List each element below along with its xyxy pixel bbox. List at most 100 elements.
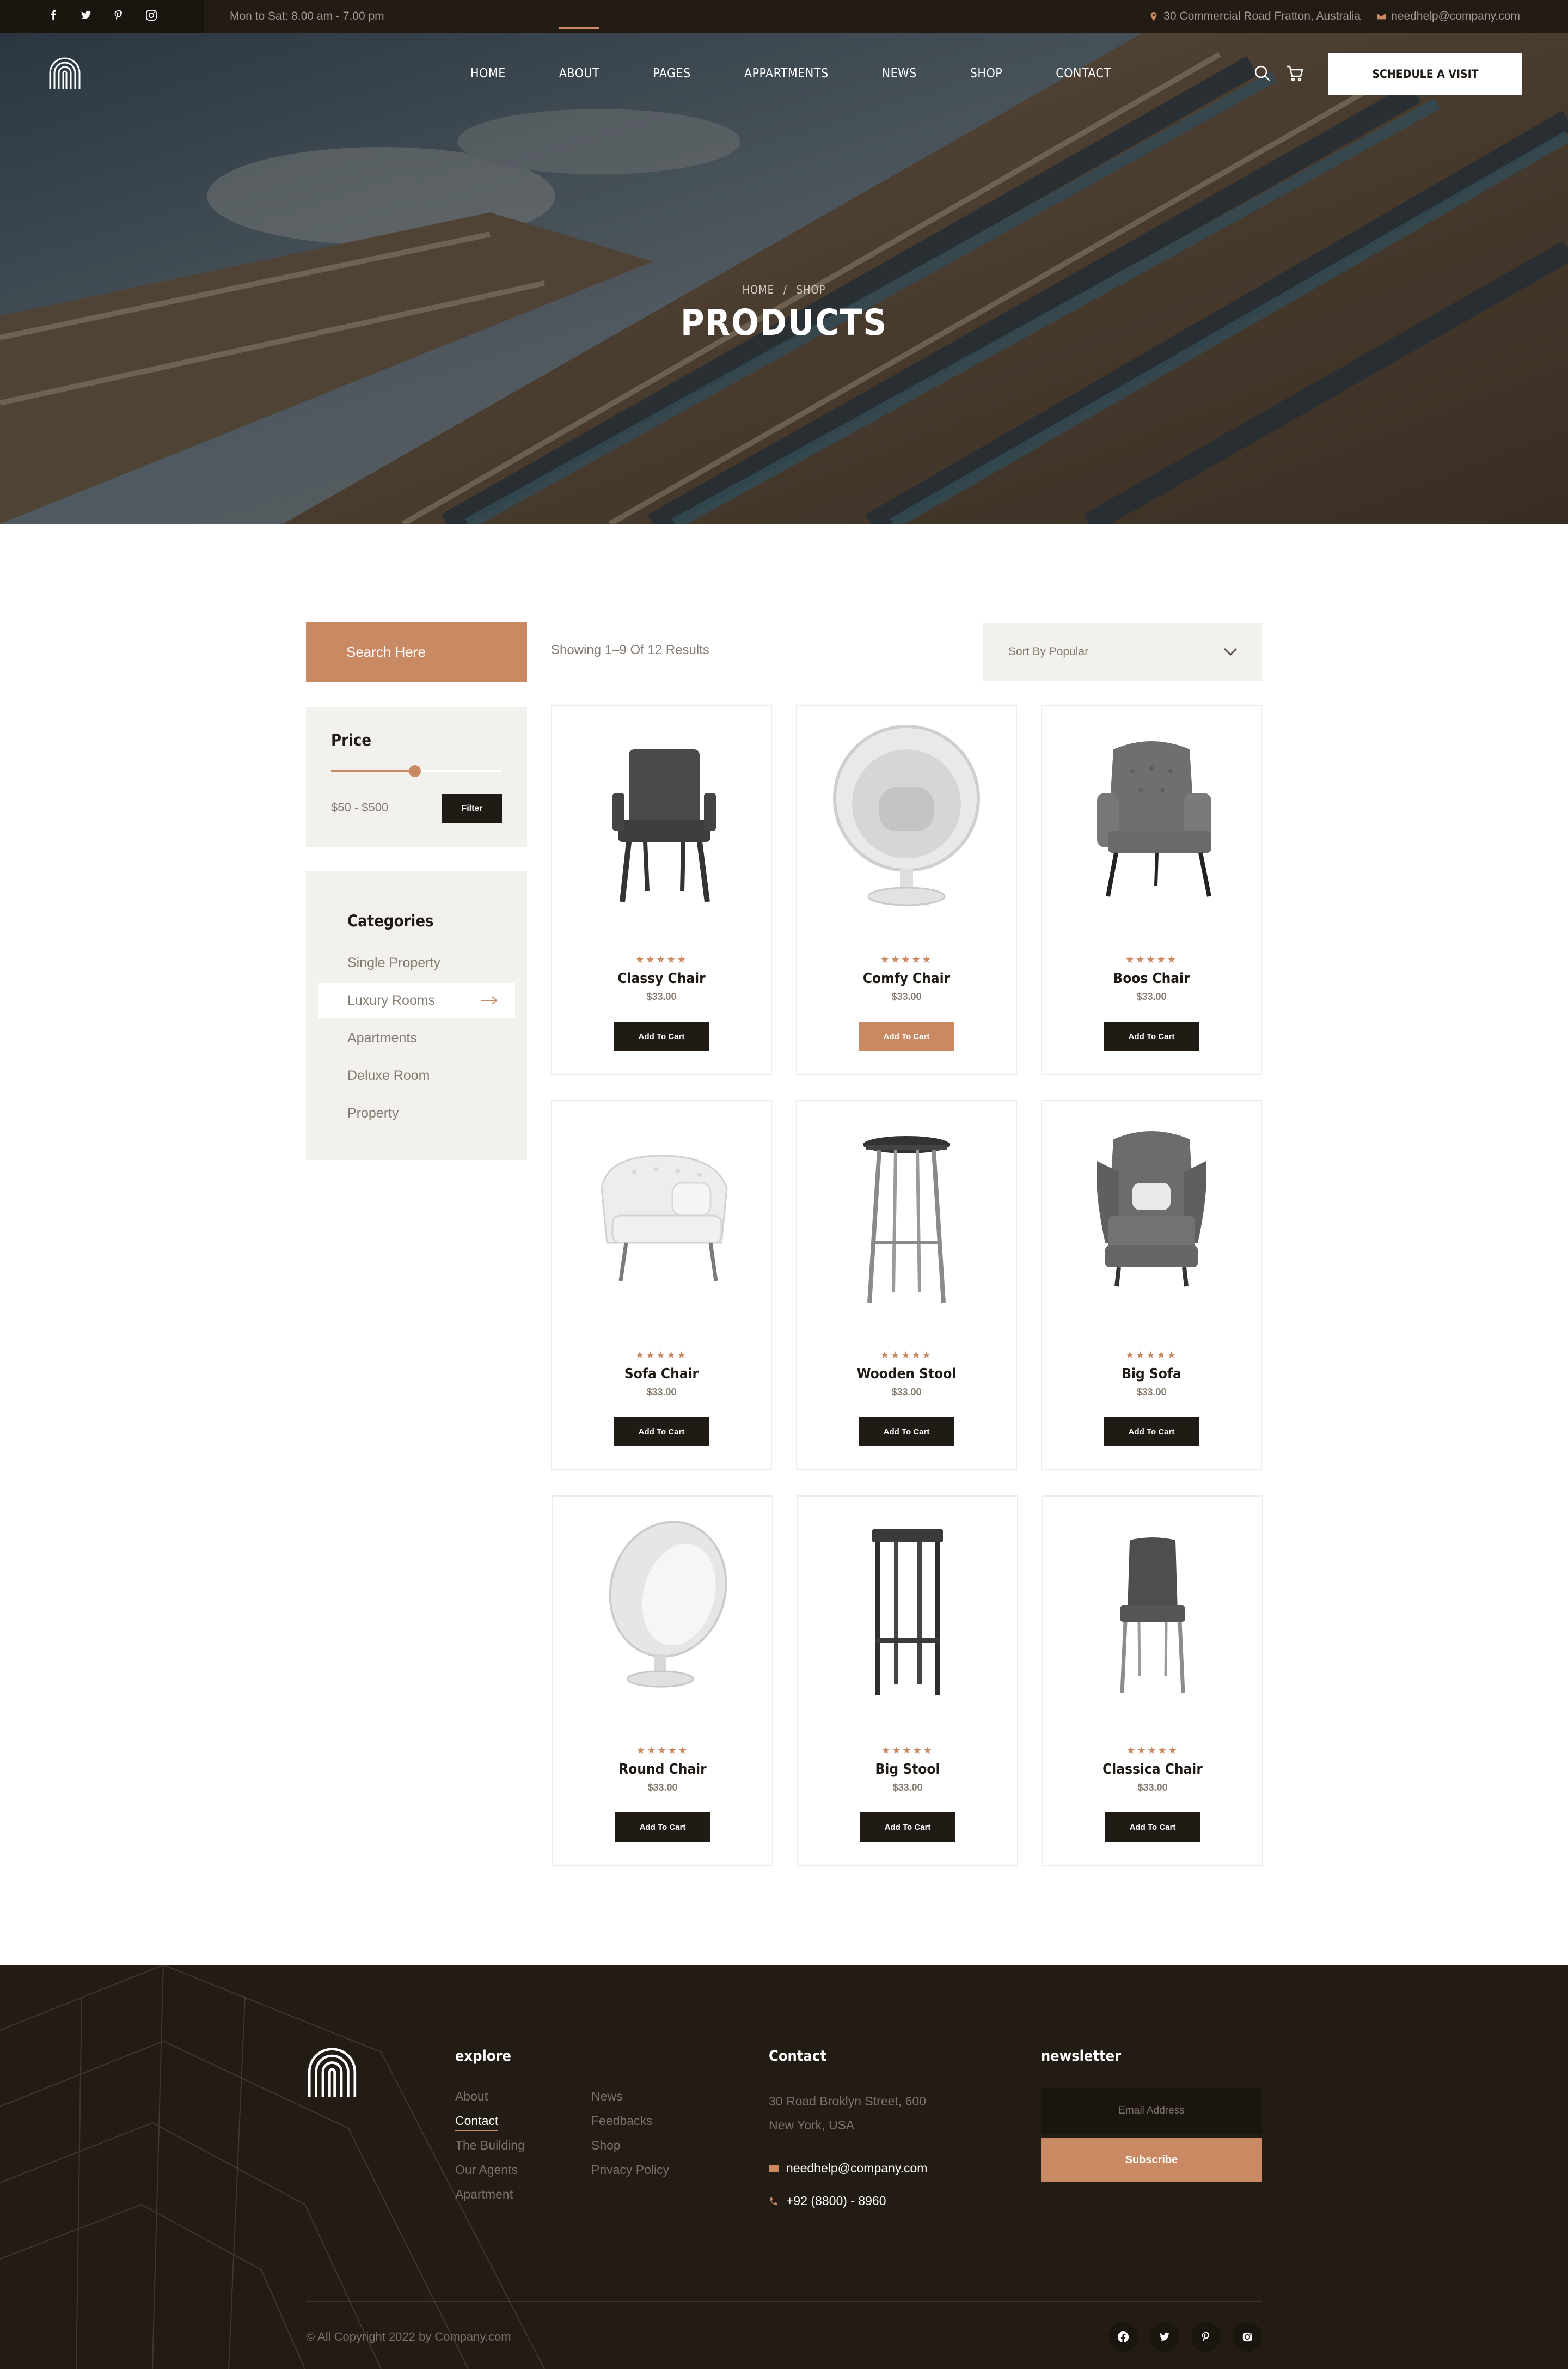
- product-card[interactable]: ★★★★★ Comfy Chair $33.00 Add To Cart: [796, 705, 1017, 1075]
- rating-stars: ★★★★★: [880, 954, 933, 965]
- nav-pages[interactable]: Pages: [653, 66, 691, 81]
- filter-button[interactable]: Filter: [442, 794, 502, 823]
- product-name[interactable]: Sofa Chair: [552, 1366, 771, 1382]
- product-card[interactable]: ★★★★★ Classy Chair $33.00 Add To Cart: [551, 705, 772, 1075]
- rating-stars: ★★★★★: [1126, 1745, 1179, 1756]
- explore-title: explore: [455, 2048, 512, 2065]
- footer-link-shop[interactable]: Shop: [591, 2138, 669, 2163]
- footer-email[interactable]: needhelp@company.com: [769, 2161, 927, 2176]
- ball-chair-icon[interactable]: [797, 706, 1016, 935]
- breadcrumb-home[interactable]: Home: [742, 283, 774, 296]
- product-name[interactable]: Comfy Chair: [797, 970, 1016, 987]
- add-to-cart-button[interactable]: Add To Cart: [614, 1417, 709, 1446]
- footer-link-about[interactable]: About: [455, 2089, 525, 2114]
- grey-wingback-icon[interactable]: [1042, 1101, 1261, 1330]
- nav-news[interactable]: News: [882, 66, 917, 81]
- product-name[interactable]: Wooden Stool: [797, 1366, 1016, 1382]
- product-card[interactable]: ★★★★★ Round Chair $33.00 Add To Cart: [552, 1495, 773, 1866]
- product-card[interactable]: ★★★★★ Big Stool $33.00 Add To Cart: [797, 1495, 1018, 1866]
- square-stool-icon[interactable]: [798, 1497, 1017, 1725]
- footer-link-our-agents[interactable]: Our Agents: [455, 2163, 525, 2187]
- price-slider[interactable]: [331, 765, 502, 777]
- pinterest-icon[interactable]: [1191, 2322, 1221, 2352]
- product-name[interactable]: Big Sofa: [1042, 1366, 1261, 1382]
- logo-arch-icon[interactable]: [48, 57, 82, 90]
- search-input[interactable]: Search Here: [306, 622, 527, 682]
- footer-phone[interactable]: +92 (8800) - 8960: [769, 2194, 886, 2208]
- product-name[interactable]: Classy Chair: [552, 970, 771, 987]
- product-name[interactable]: Big Stool: [798, 1761, 1017, 1778]
- add-to-cart-button[interactable]: Add To Cart: [615, 1812, 710, 1842]
- page-title: Products: [680, 302, 888, 344]
- top-social-links: [0, 0, 204, 33]
- nav-appartments[interactable]: Appartments: [744, 66, 829, 81]
- category-item-apartments[interactable]: Apartments: [318, 1021, 515, 1055]
- nav-about[interactable]: About: [559, 27, 600, 81]
- category-item-property[interactable]: Property: [318, 1096, 515, 1131]
- nav-shop[interactable]: Shop: [970, 66, 1002, 81]
- add-to-cart-button[interactable]: Add To Cart: [859, 1022, 954, 1051]
- product-name[interactable]: Boos Chair: [1042, 970, 1261, 987]
- add-to-cart-button[interactable]: Add To Cart: [859, 1417, 954, 1446]
- price-slider-handle[interactable]: [408, 765, 421, 777]
- subscribe-button[interactable]: Subscribe: [1041, 2138, 1262, 2182]
- rating-stars: ★★★★★: [880, 1350, 933, 1360]
- product-card[interactable]: ★★★★★ Big Sofa $33.00 Add To Cart: [1041, 1100, 1262, 1470]
- address-line-2: New York, USA: [769, 2118, 855, 2132]
- product-card[interactable]: ★★★★★ Sofa Chair $33.00 Add To Cart: [551, 1100, 772, 1470]
- egg-chair-icon[interactable]: [553, 1497, 772, 1725]
- add-to-cart-button[interactable]: Add To Cart: [860, 1812, 955, 1842]
- facebook-icon[interactable]: [48, 10, 59, 23]
- categories-title: Categories: [347, 912, 434, 930]
- instagram-icon[interactable]: [146, 9, 157, 23]
- product-name[interactable]: Classica Chair: [1043, 1761, 1262, 1778]
- bar-stool-icon[interactable]: [797, 1101, 1016, 1330]
- product-card[interactable]: ★★★★★ Boos Chair $33.00 Add To Cart: [1041, 705, 1262, 1075]
- price-filter-panel: Price $50 - $500 Filter: [306, 707, 527, 847]
- top-email-text[interactable]: needhelp@company.com: [1391, 10, 1520, 23]
- add-to-cart-button[interactable]: Add To Cart: [1104, 1022, 1199, 1051]
- footer-phone-text[interactable]: +92 (8800) - 8960: [786, 2194, 886, 2208]
- category-item-luxury-rooms[interactable]: Luxury Rooms: [318, 983, 515, 1018]
- footer-link-contact[interactable]: Contact: [455, 2114, 525, 2138]
- cart-icon[interactable]: [1286, 64, 1304, 83]
- category-item-single-property[interactable]: Single Property: [318, 945, 515, 980]
- product-name[interactable]: Round Chair: [553, 1761, 772, 1778]
- rating-stars: ★★★★★: [636, 1745, 689, 1756]
- schedule-visit-button[interactable]: Schedule a Visit: [1328, 53, 1522, 95]
- footer-logo-icon[interactable]: [306, 2047, 358, 2099]
- add-to-cart-button[interactable]: Add To Cart: [614, 1022, 709, 1051]
- armchair-dark-icon[interactable]: [552, 706, 771, 935]
- dining-chair-icon[interactable]: [1043, 1497, 1262, 1725]
- top-email[interactable]: needhelp@company.com: [1377, 10, 1520, 23]
- facebook-icon[interactable]: [1108, 2322, 1138, 2352]
- footer-link-privacy-policy[interactable]: Privacy Policy: [591, 2163, 669, 2187]
- footer-social-links: [1108, 2322, 1262, 2352]
- footer-link-the-building[interactable]: The Building: [455, 2138, 525, 2163]
- search-icon[interactable]: [1253, 64, 1272, 83]
- category-item-deluxe-room[interactable]: Deluxe Room: [318, 1058, 515, 1093]
- footer-link-apartment[interactable]: Apartment: [455, 2187, 525, 2212]
- footer-email-text[interactable]: needhelp@company.com: [786, 2161, 927, 2176]
- breadcrumb: Home / Shop: [0, 283, 1568, 296]
- pinterest-icon[interactable]: [113, 10, 124, 23]
- product-price: $33.00: [1136, 991, 1167, 1002]
- nav-contact[interactable]: Contact: [1056, 66, 1111, 81]
- wingback-chair-icon[interactable]: [1042, 706, 1261, 935]
- product-card[interactable]: ★★★★★ Classica Chair $33.00 Add To Cart: [1042, 1495, 1263, 1866]
- top-bar: Mon to Sat: 8.00 am - 7.00 pm 30 Commerc…: [0, 0, 1568, 33]
- white-sofa-chair-icon[interactable]: [552, 1101, 771, 1330]
- add-to-cart-button[interactable]: Add To Cart: [1105, 1812, 1200, 1842]
- rating-stars: ★★★★★: [635, 954, 688, 965]
- twitter-icon[interactable]: [1150, 2322, 1179, 2352]
- twitter-icon[interactable]: [81, 10, 91, 23]
- nav-home[interactable]: Home: [470, 66, 506, 81]
- newsletter-email-input[interactable]: Email Address: [1041, 2088, 1262, 2134]
- price-range-text: $50 - $500: [331, 801, 389, 814]
- instagram-icon[interactable]: [1233, 2322, 1262, 2352]
- add-to-cart-button[interactable]: Add To Cart: [1104, 1417, 1199, 1446]
- footer-link-news[interactable]: News: [591, 2089, 669, 2114]
- footer-link-feedbacks[interactable]: Feedbacks: [591, 2114, 669, 2138]
- product-card[interactable]: ★★★★★ Wooden Stool $33.00 Add To Cart: [796, 1100, 1017, 1470]
- sort-dropdown[interactable]: Sort By Popular: [983, 623, 1262, 681]
